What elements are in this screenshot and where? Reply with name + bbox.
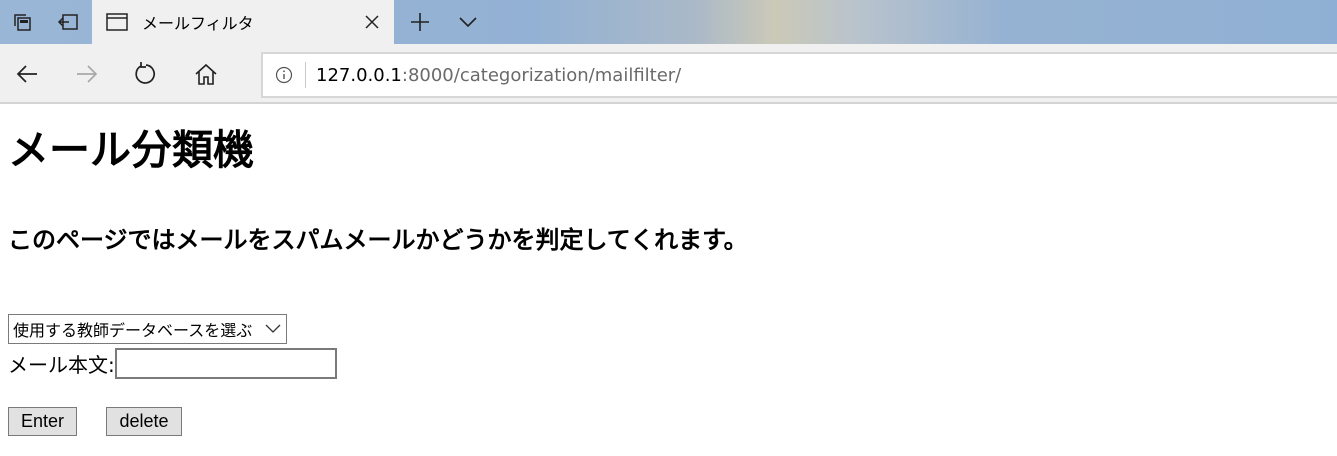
tab-title: メールフィルタ bbox=[142, 14, 254, 33]
mail-body-input[interactable] bbox=[114, 347, 337, 379]
info-icon[interactable] bbox=[263, 54, 305, 96]
mail-body-label: メール本文: bbox=[8, 352, 115, 377]
tab-bar: メールフィルタ bbox=[0, 0, 1337, 44]
close-icon[interactable] bbox=[350, 0, 394, 44]
navigation-bar: 127.0.0.1:8000/categorization/mailfilter… bbox=[0, 44, 1337, 104]
database-select-value: 使用する教師データベースを選ぶ bbox=[13, 321, 253, 340]
active-tab[interactable]: メールフィルタ bbox=[92, 0, 394, 44]
address-bar[interactable]: 127.0.0.1:8000/categorization/mailfilter… bbox=[261, 52, 1337, 98]
home-icon[interactable] bbox=[181, 44, 231, 104]
set-aside-tabs-icon[interactable] bbox=[46, 0, 90, 44]
forward-arrow-icon[interactable] bbox=[62, 44, 112, 104]
page-description: このページではメールをスパムメールかどうかを判定してくれます。 bbox=[8, 226, 748, 254]
page-content: メール分類機 このページではメールをスパムメールかどうかを判定してくれます。 使… bbox=[8, 118, 1328, 436]
address-separator bbox=[305, 62, 306, 88]
delete-button[interactable]: delete bbox=[106, 407, 182, 436]
url-host: 127.0.0.1 bbox=[316, 64, 402, 86]
mail-body-row: メール本文: bbox=[8, 347, 337, 379]
url-path: :8000/categorization/mailfilter/ bbox=[401, 64, 682, 86]
database-select[interactable]: 使用する教師データベースを選ぶ bbox=[8, 314, 287, 344]
page-title: メール分類機 bbox=[8, 126, 254, 174]
plus-icon[interactable] bbox=[398, 0, 442, 44]
refresh-icon[interactable] bbox=[121, 44, 171, 104]
chevron-down-icon bbox=[260, 315, 286, 343]
tab-actions-icon[interactable] bbox=[0, 0, 44, 44]
page-icon bbox=[106, 11, 128, 33]
url-text[interactable]: 127.0.0.1:8000/categorization/mailfilter… bbox=[316, 65, 681, 86]
back-arrow-icon[interactable] bbox=[2, 44, 52, 104]
chevron-down-icon[interactable] bbox=[446, 0, 490, 44]
enter-button[interactable]: Enter bbox=[8, 407, 77, 436]
